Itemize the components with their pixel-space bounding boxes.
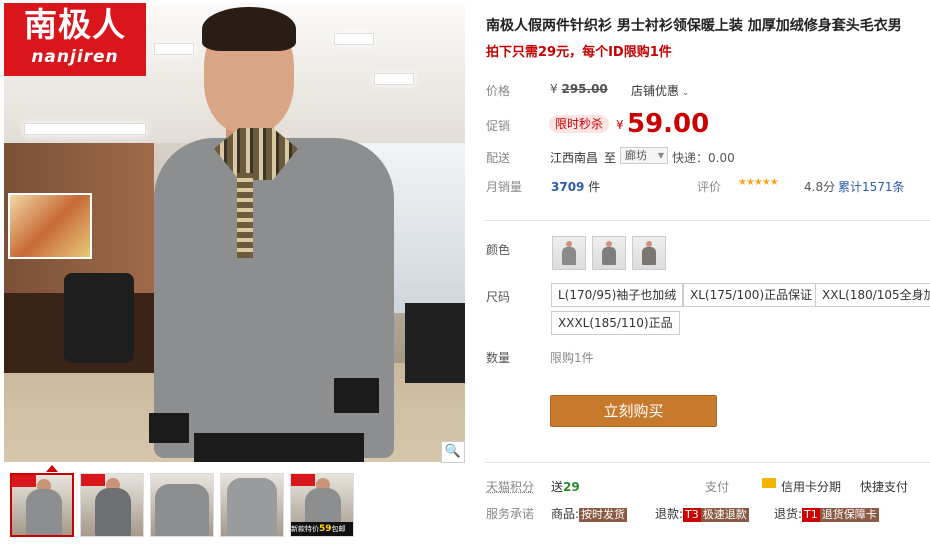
thumbnail-5[interactable]: 新款特价59包邮 [290,473,354,537]
destination-select[interactable]: 廊坊 ▼ [620,147,668,164]
ceiling-light [154,43,194,55]
quick-pay[interactable]: 快捷支付 [860,478,908,495]
ontime-ship-tag[interactable]: 按时发货 [579,508,628,522]
thumbnail-3[interactable] [150,473,214,537]
flash-sale-badge: 限时秒杀 [549,115,610,133]
service-promise-label: 服务承诺 [486,507,535,521]
quantity-label: 数量 [486,351,511,365]
points-value: 送29 [551,478,580,495]
return-label: 退货: [774,507,803,521]
model-hair [202,7,296,51]
active-thumb-arrow [46,465,58,472]
product-title: 南极人假两件针织衫 男士衬衫领保暖上装 加厚加绒修身套头毛衣男 [486,18,902,34]
yen-symbol: ¥ [550,82,558,96]
thumb-logo [291,474,315,486]
size-option-xxxl[interactable]: XXXL(185/110)正品 [551,311,680,335]
thumbnail-4[interactable] [220,473,284,537]
color-swatch-3[interactable] [632,236,666,270]
swatch-body [562,247,576,265]
thumb-promo-banner: 新款特价59包邮 [291,522,353,536]
plaid-placket [237,173,253,258]
monthly-sales-label: 月销量 [486,180,523,194]
size-option-xl[interactable]: XL(175/100)正品保证 [683,283,820,307]
tmall-points-label: 天猫积分 [486,480,535,494]
thumb-body [95,488,131,536]
refund-label: 退款: [655,507,684,521]
swatch-body [602,247,616,265]
star-rating-icon: ★★★★★ [738,177,779,188]
thumbnail-1[interactable] [10,473,74,537]
divider [484,220,930,221]
thumb-promo-suffix: 包邮 [331,525,346,533]
rating-score: 4.8分 [804,180,836,194]
caret-down-icon: ▼ [657,151,664,160]
color-label: 颜色 [486,243,511,257]
brand-logo-cn: 南极人 [24,5,126,44]
monthly-sales-unit: 件 [588,180,601,194]
original-price: ¥ 295.00 [550,82,608,96]
yen-symbol: ¥ [616,118,624,132]
express-fee: 快递：0.00 [672,151,735,165]
review-count-link[interactable]: 累计1571条 [838,178,905,195]
price-label: 价格 [486,84,511,98]
points-number: 29 [563,480,580,494]
original-price-value: 295.00 [561,82,608,96]
t3-badge: T3 [683,508,701,522]
chevron-down-icon: ⌄ [679,88,690,98]
return-guarantee-tag[interactable]: 退货保障卡 [819,508,879,522]
sleeve-cuff [334,378,379,413]
size-option-xxl[interactable]: XXL(180/105全身加绒 [815,283,930,307]
delivery-from: 江西南昌 [550,151,599,165]
ceiling-light [374,73,414,85]
scene-painting [8,193,92,259]
brand-logo-en: nanjiren [31,47,119,67]
fast-refund-tag[interactable]: 极速退款 [700,508,749,522]
service-return: 退货: T1 退货保障卡 [774,505,879,522]
thumb-promo-num: 59 [319,524,332,534]
thumb-logo [81,474,105,486]
payment-label: 支付 [705,480,730,494]
rating-label: 评价 [697,180,722,194]
destination-value: 廊坊 [625,149,647,162]
swatch-body [642,247,656,265]
delivery-label: 配送 [486,151,511,165]
product-subtitle: 拍下只需29元，每个ID限购1件 [486,45,672,60]
thumb-body [227,478,277,536]
goods-label: 商品: [551,507,580,521]
scene-sofa [405,303,465,383]
sleeve-cuff [149,413,189,443]
buy-now-button[interactable]: 立刻购买 [550,395,717,427]
thumb-logo [12,475,36,487]
ceiling-light [24,123,146,135]
thumb-promo-prefix: 新款特价 [291,525,319,533]
main-product-image: 南极人 nanjiren [4,3,465,462]
shop-promo-dropdown[interactable]: 店铺优惠 ⌄ [631,82,689,99]
thumb-body [155,484,209,536]
points-prefix: 送 [551,480,564,494]
color-swatch-1[interactable] [552,236,586,270]
model-pants [194,433,364,462]
monthly-sales: 3709 件 [551,178,600,195]
promo-label: 促销 [486,119,511,133]
credit-card-icon [762,478,776,488]
ceiling-light [334,33,374,45]
t1-badge: T1 [802,508,820,522]
service-goods: 商品: 按时发货 [551,505,628,522]
monthly-sales-count: 3709 [551,180,585,194]
quantity-limit: 限购1件 [550,351,594,365]
credit-installment[interactable]: 信用卡分期 [781,478,841,495]
promo-price: 59.00 [627,109,710,139]
delivery-to-word: 至 [604,151,617,165]
shop-promo-label: 店铺优惠 [631,84,680,98]
service-refund: 退款: T3 极速退款 [655,505,749,522]
color-swatch-2[interactable] [592,236,626,270]
thumb-body [26,489,62,535]
magnifier-icon[interactable]: 🔍 [441,441,465,463]
size-label: 尺码 [486,290,511,304]
divider [484,462,930,463]
scene-chair [64,273,134,363]
brand-logo: 南极人 nanjiren [4,3,146,76]
thumbnail-2[interactable] [80,473,144,537]
size-option-l[interactable]: L(170/95)袖子也加绒 [551,283,684,307]
